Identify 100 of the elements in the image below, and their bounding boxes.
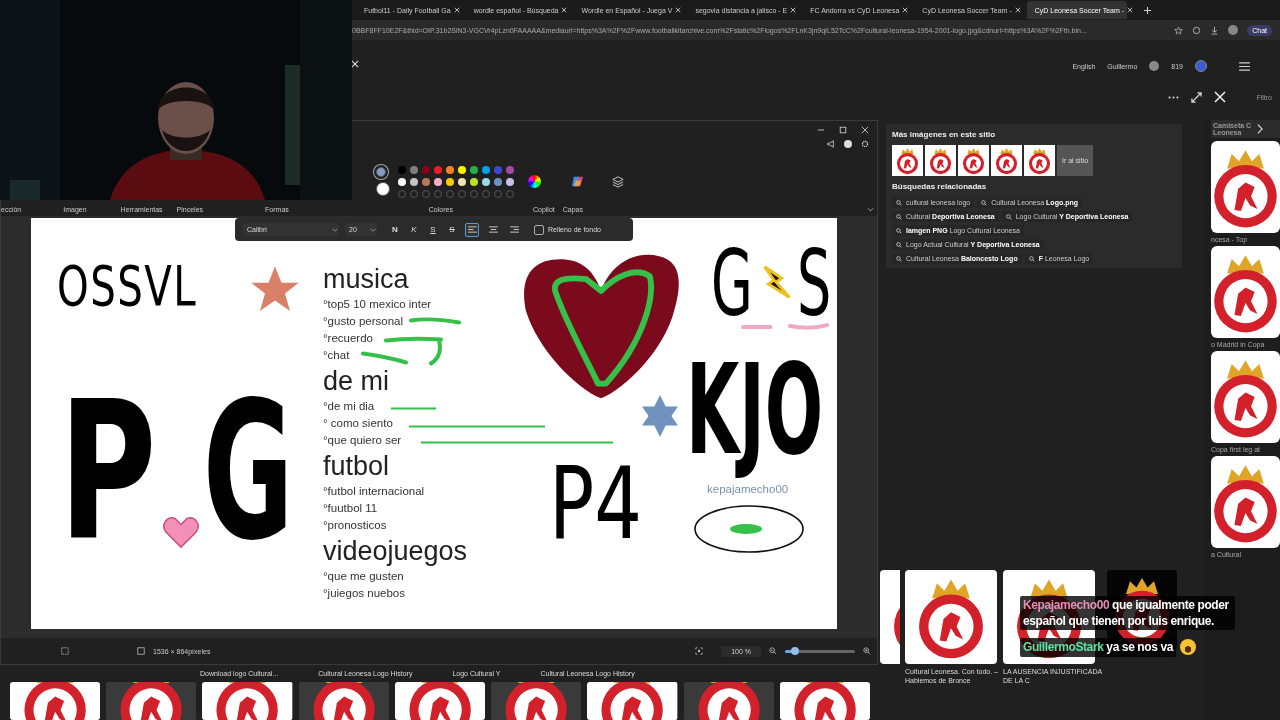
close-icon[interactable] [902, 7, 909, 13]
chat-message: Kepajamecho00 que igualmente poder español que tienen por luis enrique. [1020, 596, 1235, 631]
new-tab-icon[interactable] [1143, 5, 1153, 15]
color-wheel-icon[interactable] [528, 175, 541, 188]
list-item-text: °fuutbol 11 [323, 501, 379, 516]
style-button[interactable]: S [446, 225, 458, 234]
search-icon [896, 199, 902, 206]
list-item-text: °gusto personal [323, 314, 405, 329]
caret-icon[interactable] [370, 227, 376, 232]
color-swatch[interactable] [506, 165, 514, 174]
close-icon[interactable] [1127, 7, 1134, 13]
search-icon [896, 213, 902, 220]
hand-lettering: G [203, 360, 294, 584]
list-item-text: °futbol internacional [323, 484, 426, 499]
search-icon [896, 227, 902, 234]
caret-icon[interactable] [332, 227, 338, 232]
search-icon [981, 199, 988, 206]
list-item-text: ° como siento [323, 416, 394, 431]
current-color-swatch[interactable] [376, 167, 386, 177]
hand-lettering: P [59, 360, 157, 584]
avatar-icon[interactable] [1228, 25, 1239, 35]
color-swatch[interactable] [494, 177, 502, 186]
color-swatch[interactable] [470, 165, 478, 174]
drawing-canvas[interactable] [31, 218, 837, 629]
style-button[interactable]: N [389, 225, 401, 234]
color-swatch[interactable] [434, 177, 442, 186]
list-item-text: °recuerdo [323, 331, 374, 346]
expand-icon[interactable] [1191, 91, 1203, 103]
chat-message: GuillermoStark ya se nos va [1020, 638, 1176, 657]
list-item-text: °que quiero ser [323, 433, 403, 448]
search-icon [1028, 255, 1035, 262]
layers-icon[interactable] [612, 175, 624, 188]
color-swatch[interactable] [458, 177, 466, 186]
minimize-icon[interactable] [817, 126, 825, 134]
caret-icon[interactable] [867, 206, 874, 212]
list-item-text: °de mi dia [323, 399, 376, 414]
zoom-in-icon[interactable] [863, 647, 871, 655]
close-icon[interactable] [561, 7, 568, 13]
close-icon[interactable] [351, 60, 359, 68]
hand-lettering: KJO [686, 344, 824, 476]
star-icon[interactable] [1174, 25, 1184, 35]
color-swatch[interactable] [422, 165, 430, 174]
color-swatch[interactable] [398, 177, 406, 186]
megaphone-icon[interactable] [827, 140, 835, 148]
medal-icon[interactable] [1195, 60, 1207, 72]
heading-text: de mi [323, 365, 391, 398]
color-swatch[interactable] [482, 165, 490, 174]
list-item-text: °top5 10 mexico inter [323, 297, 433, 312]
copilot-icon[interactable] [571, 175, 584, 188]
section-title: Búsquedas relacionadas [892, 182, 988, 191]
section-title: Más imágenes en este sitio [892, 130, 997, 139]
close-icon[interactable] [861, 126, 869, 134]
color-swatch[interactable] [506, 177, 514, 186]
zoom-out-icon[interactable] [769, 647, 777, 655]
current-color-swatch[interactable] [376, 182, 390, 196]
download-icon[interactable] [1210, 25, 1220, 35]
hand-lettering: OSSVL [57, 252, 198, 320]
list-item-text: °juiegos nuebos [323, 586, 406, 601]
signature-text: kepajamecho00 [707, 483, 789, 495]
color-swatch[interactable] [446, 165, 454, 174]
color-swatch[interactable] [410, 177, 418, 186]
heading-text: videojuegos [323, 535, 468, 568]
search-icon [896, 255, 902, 262]
style-button[interactable]: S [427, 225, 439, 234]
close-icon[interactable] [790, 7, 797, 13]
hand-lettering: P4 [549, 444, 642, 564]
color-swatch[interactable] [410, 165, 418, 174]
color-swatch[interactable] [422, 177, 430, 186]
color-swatch[interactable] [470, 177, 478, 186]
color-swatch[interactable] [434, 165, 442, 174]
fit-icon[interactable] [695, 647, 704, 655]
color-swatch[interactable] [398, 165, 406, 174]
color-swatch[interactable] [482, 177, 490, 186]
canvas-size-icon [137, 647, 145, 655]
align-button[interactable] [465, 222, 479, 237]
color-swatch[interactable] [494, 165, 502, 174]
heading-text: futbol [323, 450, 391, 483]
close-icon[interactable] [1014, 7, 1021, 13]
style-button[interactable]: K [408, 225, 420, 234]
maximize-icon[interactable] [839, 126, 847, 134]
heart-icon [162, 515, 200, 549]
menu-icon[interactable] [1239, 61, 1250, 71]
color-swatch[interactable] [446, 177, 454, 186]
color-swatch[interactable] [458, 165, 466, 174]
list-item-text: °chat [323, 348, 351, 363]
checkbox[interactable] [534, 224, 544, 235]
hand-lettering: G [711, 230, 753, 338]
heading-text: musica [323, 263, 410, 296]
zoom-slider[interactable] [785, 649, 855, 653]
avatar-icon[interactable] [1149, 61, 1160, 71]
close-icon[interactable] [675, 7, 682, 13]
account-icon[interactable] [844, 140, 852, 148]
chevron-icon[interactable] [1257, 124, 1264, 134]
settings-icon[interactable] [861, 140, 869, 148]
refresh-icon[interactable] [1192, 25, 1202, 35]
close-icon[interactable] [453, 7, 460, 13]
selection-icon[interactable] [61, 647, 69, 655]
list-item-text: °que me gusten [323, 569, 405, 584]
search-icon [896, 241, 902, 248]
hand-lettering: S [797, 230, 832, 338]
